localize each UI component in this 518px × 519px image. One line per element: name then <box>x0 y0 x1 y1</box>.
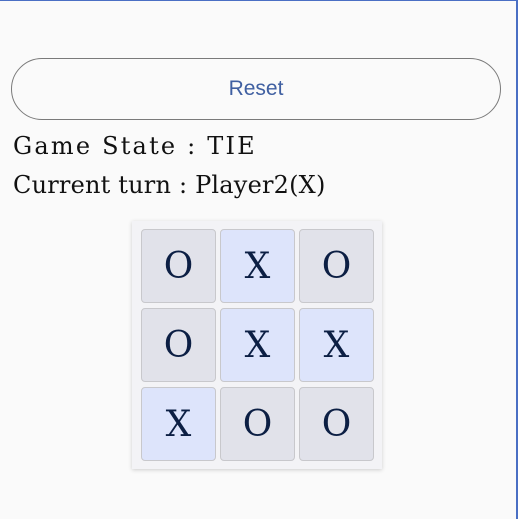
board-cell-7[interactable]: X <box>141 387 216 461</box>
board-cell-1[interactable]: O <box>141 229 216 303</box>
board-cell-2[interactable]: X <box>220 229 295 303</box>
board-cell-4[interactable]: O <box>141 308 216 382</box>
current-turn-label: Current turn : Player2(X) <box>13 171 326 199</box>
board-cell-6[interactable]: X <box>299 308 374 382</box>
board-cell-5[interactable]: X <box>220 308 295 382</box>
window-top-edge <box>0 0 518 1</box>
board-cell-9[interactable]: O <box>299 387 374 461</box>
board-cell-3[interactable]: O <box>299 229 374 303</box>
tic-tac-toe-board: O X O O X X X O O <box>132 221 382 469</box>
board-cell-8[interactable]: O <box>220 387 295 461</box>
reset-button[interactable]: Reset <box>11 58 501 120</box>
game-state-label: Game State : TIE <box>13 132 257 160</box>
